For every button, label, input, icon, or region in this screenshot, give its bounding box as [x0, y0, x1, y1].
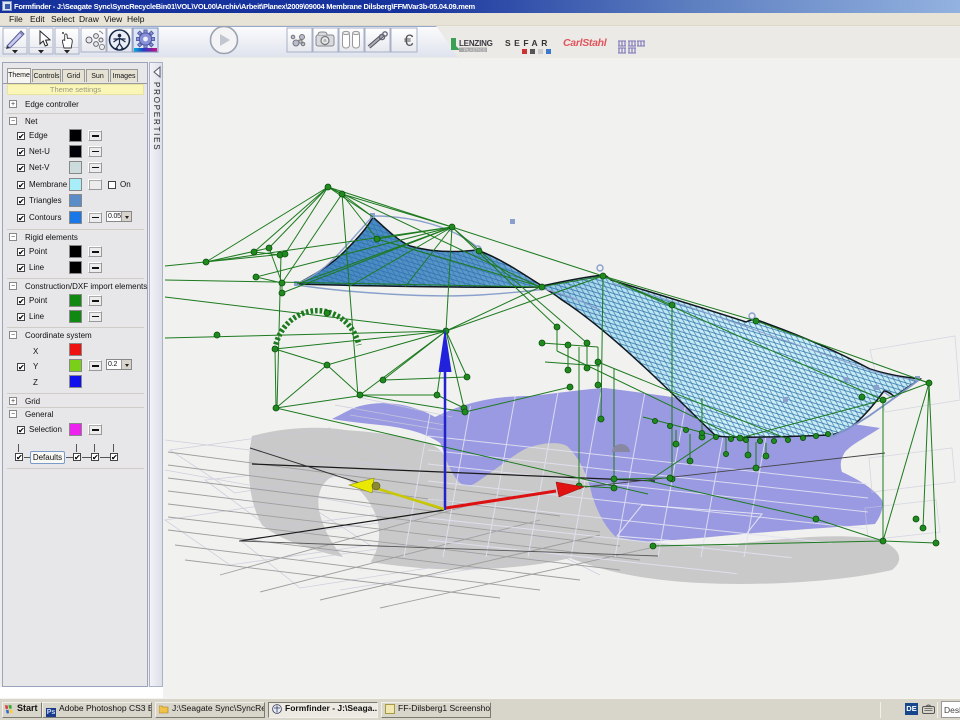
svg-text:€: € [404, 31, 414, 50]
svg-text:PLASTICS: PLASTICS [464, 47, 486, 52]
svg-text:CarlStahl: CarlStahl [563, 37, 608, 49]
svg-text:SEFAR: SEFAR [505, 38, 551, 48]
